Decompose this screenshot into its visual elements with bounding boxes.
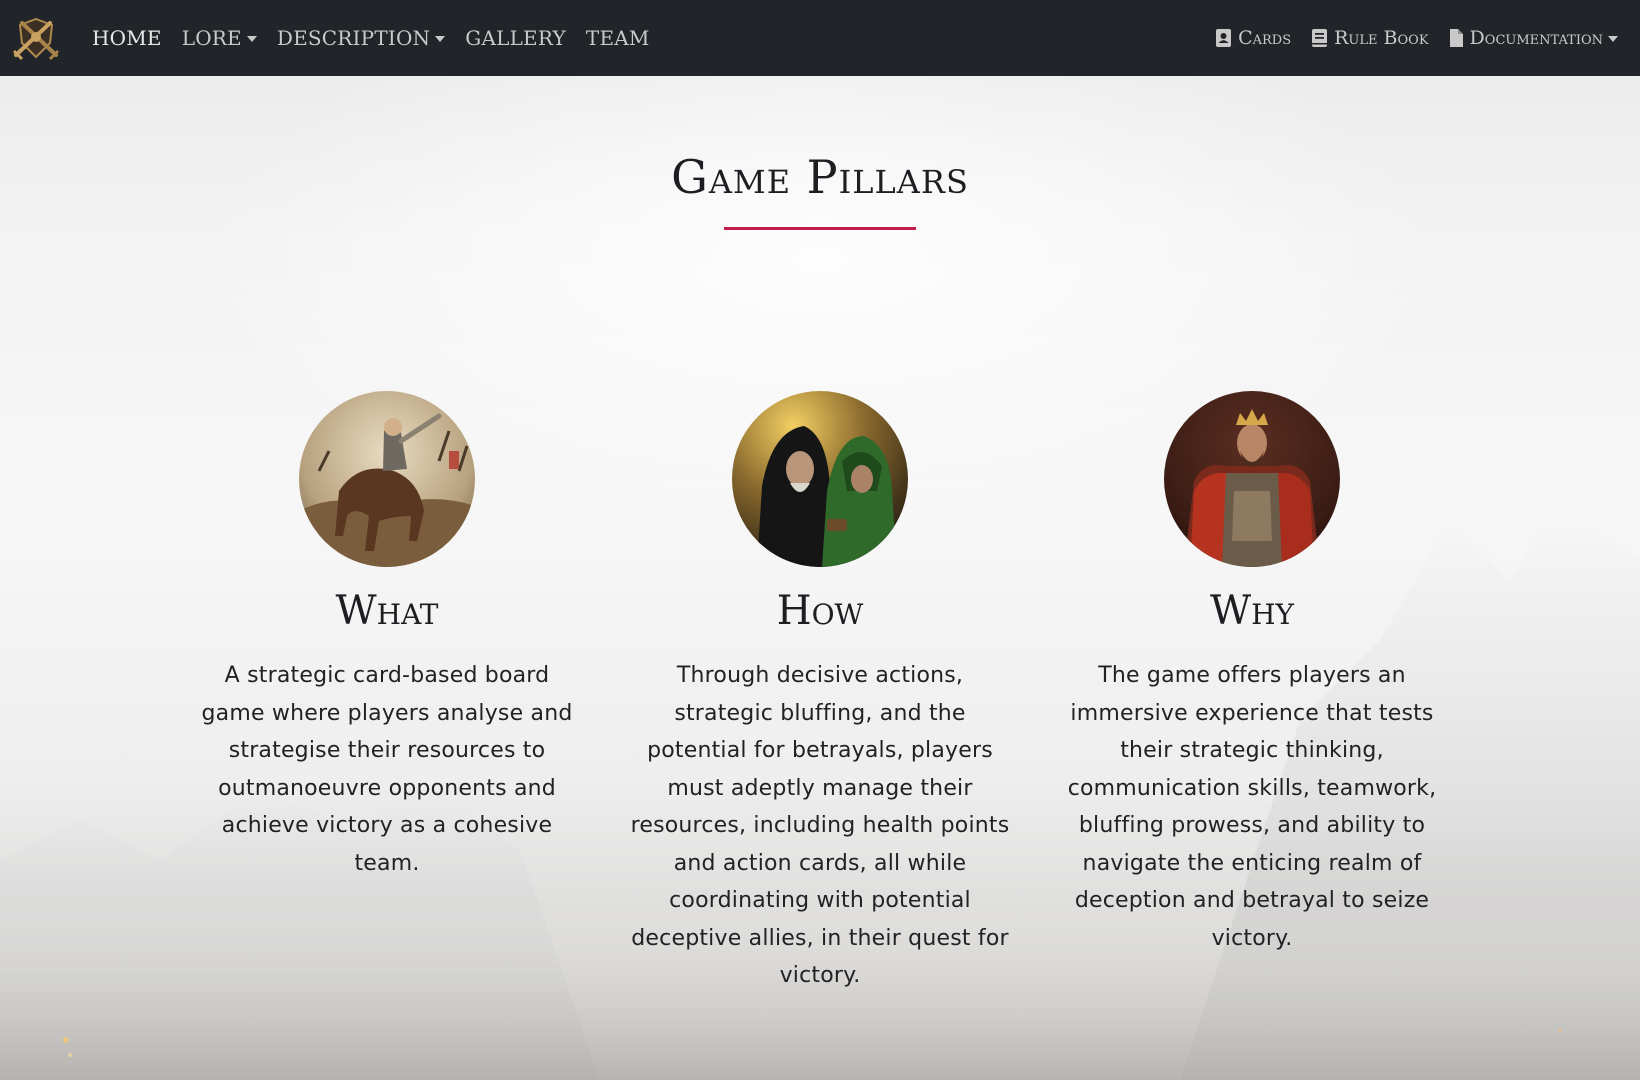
- nav-cards-link[interactable]: Cards: [1215, 27, 1291, 49]
- nav-team-label: TEAM: [585, 26, 650, 50]
- nav-home-link[interactable]: HOME: [92, 26, 162, 50]
- game-pillars-section: Game Pillars What A strategic card-based…: [0, 76, 1640, 1080]
- pillar-why-title: Why: [1209, 588, 1294, 634]
- pillar-how-title: How: [776, 588, 864, 634]
- nav-cards-label: Cards: [1238, 27, 1292, 49]
- hooded-conspirators-image: [732, 391, 908, 567]
- nav-gallery-label: GALLERY: [465, 26, 566, 50]
- nav-team-link[interactable]: TEAM: [586, 26, 650, 50]
- nav-gallery-link[interactable]: GALLERY: [465, 26, 566, 50]
- title-underline: [724, 227, 916, 230]
- pillar-what-title: What: [335, 588, 439, 634]
- top-navbar: HOME LORE DESCRIPTION GALLERY TEAM Cards: [0, 0, 1640, 76]
- chevron-down-icon: [435, 36, 446, 42]
- nav-lore-dropdown[interactable]: LORE: [182, 26, 257, 50]
- pillar-what: What A strategic card-based board game w…: [191, 391, 583, 882]
- pillar-how-text: Through decisive actions, strategic bluf…: [630, 663, 1010, 988]
- nav-rulebook-label: Rule Book: [1334, 27, 1429, 49]
- chevron-down-icon: [246, 36, 257, 42]
- pillar-why-text: The game offers players an immersive exp…: [1067, 663, 1437, 951]
- nav-lore-label: LORE: [181, 26, 242, 50]
- nav-documentation-label: Documentation: [1469, 27, 1603, 49]
- crossed-swords-logo-icon[interactable]: [8, 13, 64, 63]
- book-icon: [1312, 29, 1328, 47]
- section-title: Game Pillars: [671, 150, 969, 204]
- chevron-down-icon: [1608, 36, 1618, 42]
- nav-documentation-dropdown[interactable]: Documentation: [1449, 27, 1618, 49]
- pillar-why: Why The game offers players an immersive…: [1056, 391, 1448, 957]
- nav-description-label: DESCRIPTION: [276, 26, 431, 50]
- secondary-nav: Cards Rule Book Documentation: [1195, 27, 1618, 49]
- nav-rulebook-link[interactable]: Rule Book: [1311, 27, 1429, 49]
- primary-nav: HOME LORE DESCRIPTION GALLERY TEAM: [92, 26, 670, 50]
- nav-home-label: HOME: [92, 26, 162, 50]
- king-on-throne-image: [1164, 391, 1340, 567]
- pillar-how: How Through decisive actions, strategic …: [624, 391, 1016, 995]
- nav-description-dropdown[interactable]: DESCRIPTION: [276, 26, 446, 50]
- file-icon: [1449, 29, 1463, 47]
- knight-on-horseback-image: [299, 391, 475, 567]
- pillar-what-text: A strategic card-based board game where …: [201, 663, 573, 876]
- contact-card-icon: [1216, 29, 1232, 47]
